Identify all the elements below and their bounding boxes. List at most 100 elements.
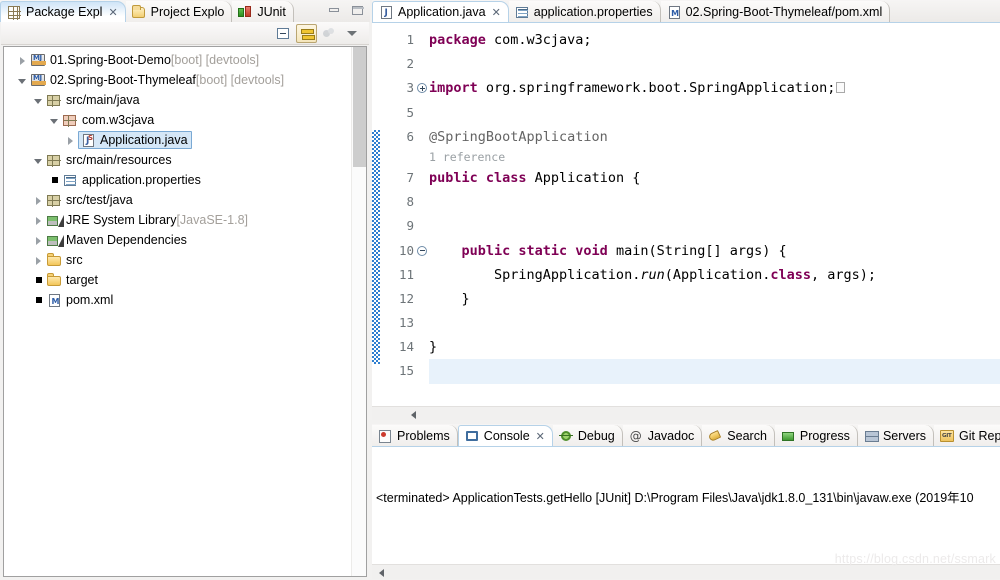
chevron-right-icon[interactable] (32, 210, 46, 230)
chevron-down-icon[interactable] (48, 110, 62, 130)
tree-item-com-w3cjava[interactable]: com.w3cjava (4, 110, 350, 130)
tab-package-explorer[interactable]: Package Expl ✕ (0, 1, 126, 22)
tab-application-java[interactable]: Application.java ✕ (372, 1, 509, 22)
tab-search[interactable]: Search (702, 425, 775, 446)
tab-application-properties[interactable]: application.properties (508, 1, 661, 22)
view-window-buttons (324, 2, 367, 19)
tree-item-label: com.w3cjava (82, 113, 155, 127)
folding-ruler[interactable] (416, 23, 429, 407)
code-keyword: package (429, 32, 495, 48)
tree-vertical-scrollbar[interactable] (351, 47, 366, 576)
bottom-view-tabstrip: Problems Console ✕ Debug @ Javadoc Search Progr… (372, 424, 1000, 446)
chevron-right-icon[interactable] (64, 130, 78, 150)
tab-label: Search (727, 428, 767, 443)
line-number: 9 (406, 218, 414, 234)
tab-project-explorer[interactable]: Project Explo (125, 1, 233, 22)
tree-item-src[interactable]: src (4, 250, 350, 270)
tab-problems[interactable]: Problems (372, 425, 458, 446)
tab-console[interactable]: Console ✕ (457, 425, 553, 446)
tab-progress[interactable]: Progress (774, 425, 858, 446)
console-horizontal-scrollbar[interactable] (372, 564, 1000, 579)
tree-item-target[interactable]: target (4, 270, 350, 290)
xml-file-icon: M (46, 292, 63, 308)
tree-item-01-spring-boot-demo[interactable]: 01.Spring-Boot-Demo [boot] [devtools] (4, 50, 350, 70)
editor-horizontal-scrollbar[interactable] (372, 406, 1000, 420)
code-line: public class Application { (429, 166, 1000, 190)
line-number: 5 (406, 104, 414, 120)
chevron-down-icon[interactable] (32, 90, 46, 110)
code-line: } (429, 335, 1000, 359)
chevron-right-icon[interactable] (32, 230, 46, 250)
tree-spacer (48, 170, 62, 190)
fold-expand-icon[interactable] (416, 76, 429, 100)
tree-item-qualifier: [boot] [devtools] (195, 73, 285, 87)
close-icon[interactable]: ✕ (536, 431, 545, 442)
tree-item-label: src/main/resources (66, 153, 172, 167)
line-number: 14 (398, 339, 414, 355)
code-line (429, 359, 1000, 384)
close-icon[interactable]: ✕ (108, 7, 117, 18)
tree-item-src-main-java[interactable]: src/main/java (4, 90, 350, 110)
code-line: @SpringBootApplication (429, 125, 1000, 149)
code-text: } (429, 339, 438, 356)
close-icon[interactable]: ✕ (492, 7, 501, 18)
console-output-panel[interactable]: <terminated> ApplicationTests.getHello [… (372, 446, 1000, 564)
tree-item-application-properties[interactable]: application.properties (4, 170, 350, 190)
code-text: Application { (534, 169, 641, 186)
tree-item-src-main-resources[interactable]: src/main/resources (4, 150, 350, 170)
code-keyword: import (429, 80, 486, 97)
tab-junit[interactable]: JUnit (232, 1, 294, 22)
minimize-button[interactable] (324, 2, 344, 19)
tab-pom-xml[interactable]: M 02.Spring-Boot-Thymeleaf/pom.xml (660, 1, 891, 22)
code-lens-reference-count[interactable]: 1 reference (429, 149, 1000, 166)
tree-item-pom-xml[interactable]: Mpom.xml (4, 290, 350, 310)
tree-item-label: application.properties (82, 173, 201, 187)
fold-collapse-icon[interactable] (416, 239, 429, 263)
source-code-text[interactable]: package com.w3cjava; import org.springfra… (429, 23, 1000, 407)
scroll-left-icon[interactable] (408, 409, 419, 420)
code-text: 1 reference (429, 149, 506, 164)
tree-item-label: pom.xml (66, 293, 114, 307)
tree-item-src-test-java[interactable]: src/test/java (4, 190, 350, 210)
code-editor[interactable]: 1 2 3 5 6 7 8 9 10 11 12 13 14 15 package com.w3cjava… (372, 22, 1000, 407)
focus-on-active-task-button[interactable] (319, 24, 340, 43)
source-folder-icon (46, 152, 63, 168)
maximize-button[interactable] (347, 2, 367, 19)
code-text: run (640, 266, 665, 283)
chevron-right-icon[interactable] (16, 50, 30, 70)
tree-item-maven-dependencies[interactable]: Maven Dependencies (4, 230, 350, 250)
collapse-all-button[interactable] (273, 24, 294, 43)
package-explorer-toolbar (1, 22, 369, 45)
tree-item-label: JRE System Library (66, 213, 177, 227)
tree-item-02-spring-boot-thymeleaf[interactable]: 02.Spring-Boot-Thymeleaf [boot] [devtool… (4, 70, 350, 90)
tab-servers[interactable]: Servers (857, 425, 935, 446)
java-class-icon: JS (80, 132, 97, 148)
link-with-editor-button[interactable] (296, 23, 317, 43)
collapsed-imports-indicator[interactable] (836, 82, 846, 94)
chevron-down-icon[interactable] (16, 70, 30, 90)
chevron-down-icon[interactable] (32, 150, 46, 170)
scroll-left-icon[interactable] (376, 567, 387, 578)
tree-item-jre-system-library[interactable]: JRE System Library [JavaSE-1.8] (4, 210, 350, 230)
line-number: 15 (398, 363, 414, 379)
line-number: 8 (406, 194, 414, 210)
chevron-right-icon[interactable] (32, 190, 46, 210)
source-folder-icon (46, 192, 63, 208)
chevron-right-icon[interactable] (32, 250, 46, 270)
tree-item-application-java[interactable]: J S Application.java (4, 130, 350, 150)
properties-file-icon (62, 172, 79, 188)
code-text: main(String[] args) { (615, 242, 787, 259)
tab-git-repo[interactable]: Git Repo (934, 425, 1000, 446)
view-menu-button[interactable] (342, 24, 363, 43)
tab-javadoc[interactable]: @ Javadoc (622, 425, 703, 446)
tab-debug[interactable]: Debug (552, 425, 623, 446)
scrollbar-thumb[interactable] (353, 47, 366, 167)
